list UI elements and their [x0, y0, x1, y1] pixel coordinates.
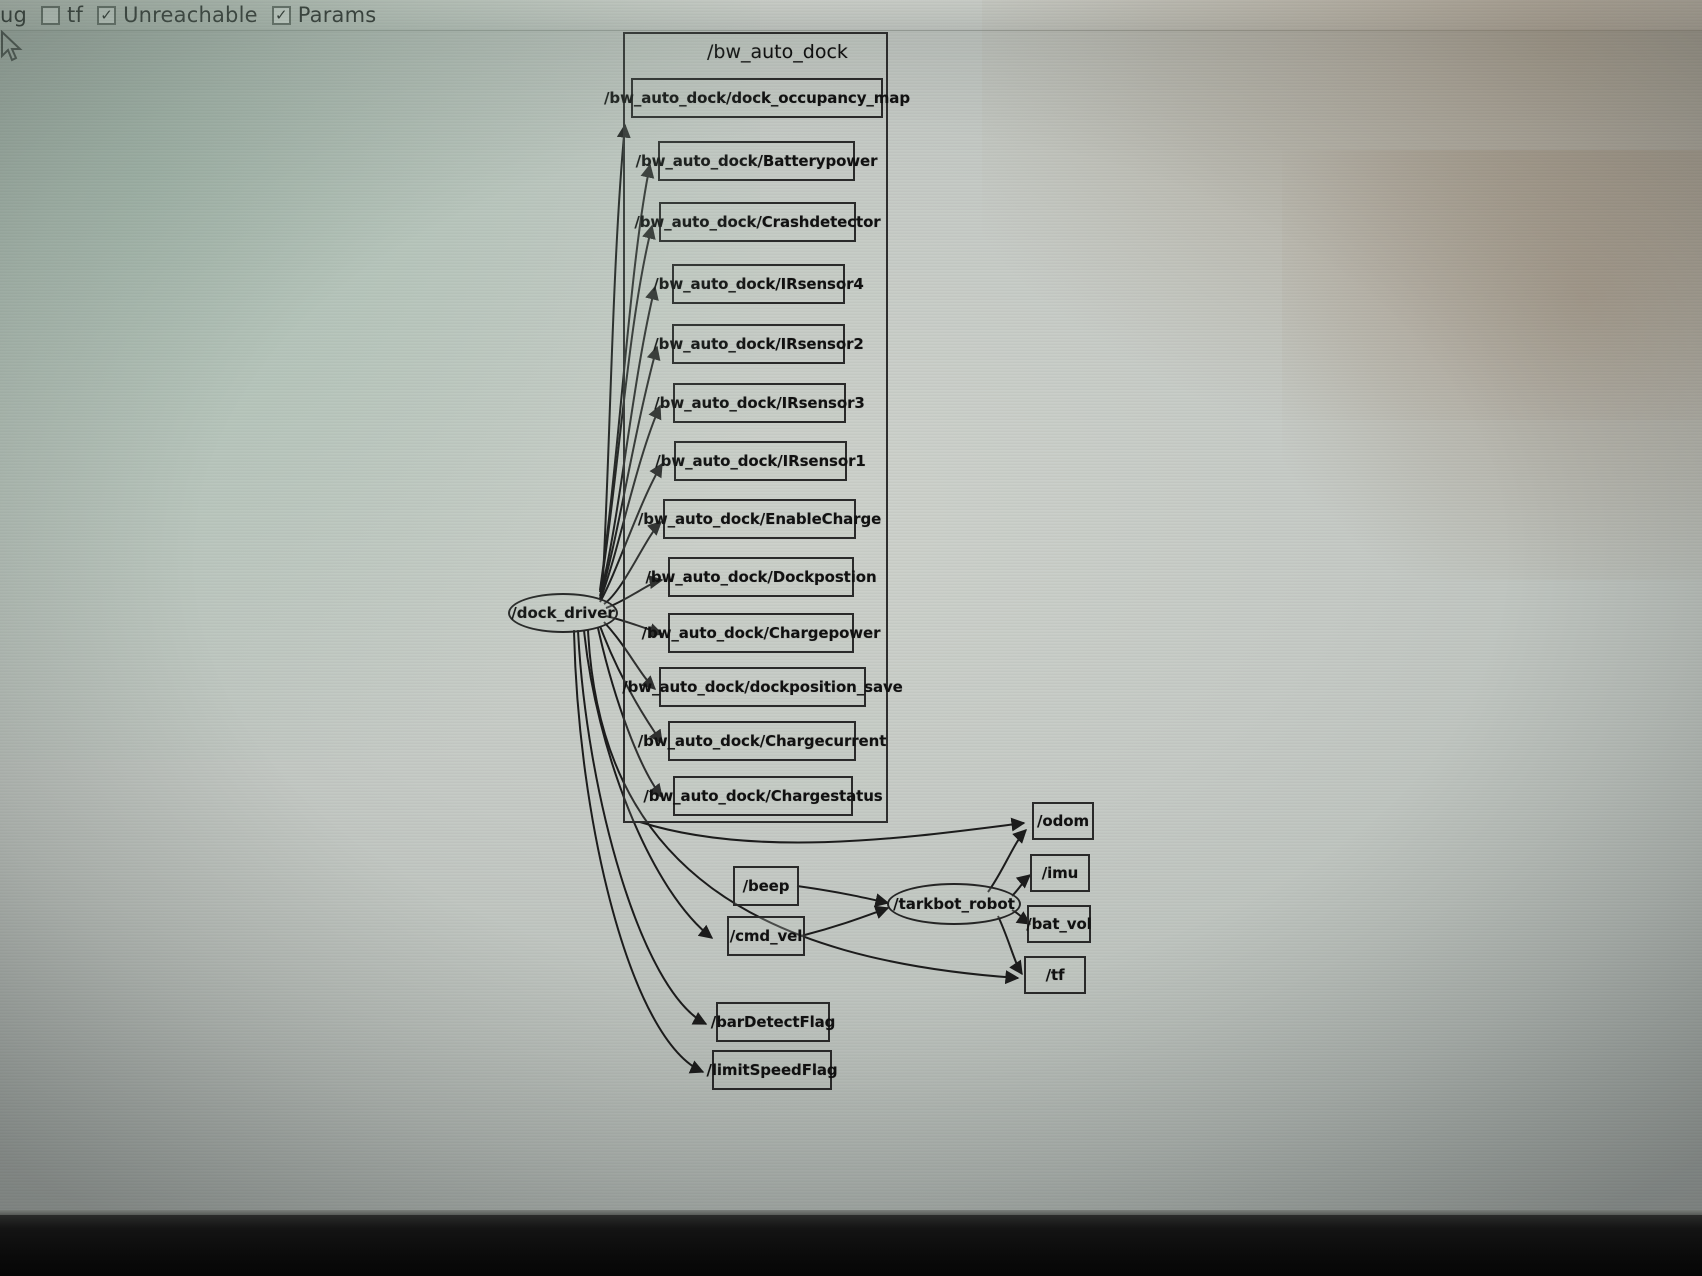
- rqt-graph-toolbar: ug ✓ tf ✓ Unreachable ✓ Params: [0, 0, 1702, 31]
- checkbox-params-label: Params: [297, 3, 377, 27]
- checkbox-params[interactable]: ✓ Params: [271, 3, 377, 27]
- screen-panel: ug ✓ tf ✓ Unreachable ✓ Params: [0, 0, 1702, 1215]
- topic-cmd-vel[interactable]: /cmd_vel: [727, 916, 805, 956]
- topic-dockpostion[interactable]: /bw_auto_dock/Dockpostion: [645, 557, 877, 597]
- topic-imu[interactable]: /imu: [1030, 854, 1090, 892]
- topic-chargepower[interactable]: /bw_auto_dock/Chargepower: [642, 613, 881, 653]
- checkbox-checked-icon[interactable]: ✓: [97, 5, 117, 25]
- checkbox-tf[interactable]: ✓ tf: [41, 3, 83, 27]
- topic-limitspeedflag[interactable]: /limitSpeedFlag: [706, 1050, 838, 1090]
- checkbox-checked-icon[interactable]: ✓: [271, 5, 291, 25]
- topic-beep[interactable]: /beep: [733, 866, 799, 906]
- topic-irsensor2[interactable]: /bw_auto_dock/IRsensor2: [653, 324, 864, 364]
- toolbar-truncated-label: ug: [0, 3, 28, 27]
- topic-irsensor1[interactable]: /bw_auto_dock/IRsensor1: [655, 441, 866, 481]
- topic-bat-vol[interactable]: /bat_vol: [1026, 905, 1092, 943]
- topic-dockposition-save[interactable]: /bw_auto_dock/dockposition_save: [622, 667, 903, 707]
- topic-irsensor4[interactable]: /bw_auto_dock/IRsensor4: [653, 264, 864, 304]
- cluster-label: /bw_auto_dock: [707, 41, 848, 63]
- topic-bardetectflag[interactable]: /barDetectFlag: [711, 1002, 835, 1042]
- graph-canvas[interactable]: /bw_auto_dock /dock_driver /bw_auto_dock…: [0, 30, 1702, 1215]
- node-dock-driver[interactable]: /dock_driver: [508, 593, 618, 633]
- topic-odom[interactable]: /odom: [1032, 802, 1094, 840]
- checkbox-unreachable-label: Unreachable: [123, 3, 258, 27]
- node-tarkbot-robot[interactable]: /tarkbot_robot: [887, 883, 1021, 925]
- checkbox-icon[interactable]: ✓: [41, 5, 61, 25]
- monitor-bezel: [0, 1215, 1702, 1276]
- topic-chargestatus[interactable]: /bw_auto_dock/Chargestatus: [643, 776, 883, 816]
- checkbox-tf-label: tf: [67, 3, 84, 27]
- topic-dock-occupancy-map[interactable]: /bw_auto_dock/dock_occupancy_map: [604, 78, 910, 118]
- topic-irsensor3[interactable]: /bw_auto_dock/IRsensor3: [654, 383, 865, 423]
- mouse-pointer-icon: [1, 30, 23, 62]
- topic-crashdetector[interactable]: /bw_auto_dock/Crashdetector: [634, 202, 881, 242]
- topic-enablecharge[interactable]: /bw_auto_dock/EnableCharge: [638, 499, 881, 539]
- topic-tf[interactable]: /tf: [1024, 956, 1086, 994]
- topic-batterypower[interactable]: /bw_auto_dock/Batterypower: [636, 141, 878, 181]
- checkbox-unreachable[interactable]: ✓ Unreachable: [97, 3, 258, 27]
- topic-chargecurrent[interactable]: /bw_auto_dock/Chargecurrent: [638, 721, 886, 761]
- monitor-photo: ug ✓ tf ✓ Unreachable ✓ Params: [0, 0, 1702, 1276]
